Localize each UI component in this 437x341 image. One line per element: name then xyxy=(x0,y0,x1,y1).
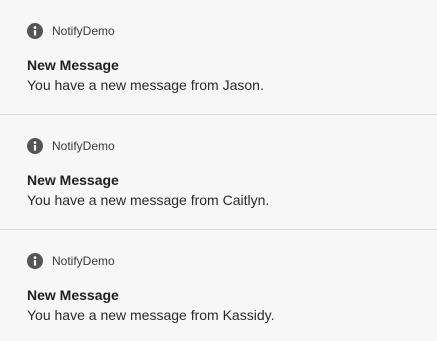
app-name: NotifyDemo xyxy=(52,253,115,268)
notification-title: New Message xyxy=(27,57,119,73)
info-icon xyxy=(27,22,43,39)
notification-shade: NotifyDemo New Message You have a new me… xyxy=(0,0,437,341)
notification-card[interactable]: NotifyDemo New Message You have a new me… xyxy=(0,115,437,229)
notification-title: New Message xyxy=(27,287,119,303)
notification-title: New Message xyxy=(27,172,119,188)
notification-header: NotifyDemo xyxy=(27,22,115,39)
app-name: NotifyDemo xyxy=(52,138,115,153)
info-icon xyxy=(27,137,43,154)
notification-card[interactable]: NotifyDemo New Message You have a new me… xyxy=(0,0,437,114)
notification-text: You have a new message from Caitlyn. xyxy=(27,192,270,208)
notification-text: You have a new message from Kassidy. xyxy=(27,307,275,323)
notification-header: NotifyDemo xyxy=(27,252,115,269)
notification-header: NotifyDemo xyxy=(27,137,115,154)
notification-card[interactable]: NotifyDemo New Message You have a new me… xyxy=(0,230,437,341)
app-name: NotifyDemo xyxy=(52,23,115,38)
info-icon xyxy=(27,252,43,269)
notification-text: You have a new message from Jason. xyxy=(27,77,264,93)
